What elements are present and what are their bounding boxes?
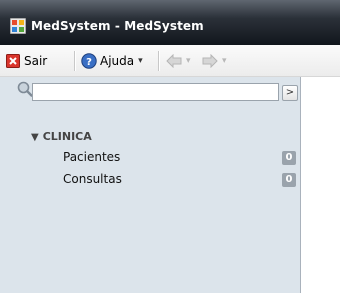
count-badge: 0 <box>282 173 296 187</box>
ajuda-label: Ajuda <box>100 54 135 68</box>
title-bar[interactable]: MedSystem - MedSystem <box>0 0 340 45</box>
forward-arrow-icon <box>202 54 218 68</box>
nav-item-pacientes[interactable]: Pacientes <box>63 150 120 164</box>
toolbar-separator <box>158 51 160 71</box>
content-area <box>301 77 340 293</box>
chevron-down-icon: ▾ <box>138 56 143 66</box>
svg-text:?: ? <box>86 57 92 68</box>
nav-item-consultas[interactable]: Consultas <box>63 172 122 186</box>
navigation-sidebar <box>0 77 301 293</box>
chevron-down-icon: ▾ <box>222 56 227 66</box>
search-input[interactable] <box>32 83 279 101</box>
expand-arrow-icon: ▼ <box>31 132 39 143</box>
window-title: MedSystem - MedSystem <box>31 19 204 33</box>
back-arrow-icon <box>166 54 182 68</box>
search-icon <box>17 81 33 97</box>
toolbar-separator <box>74 51 76 71</box>
sair-label: Sair <box>24 54 48 68</box>
search-go-button[interactable]: > <box>282 85 298 101</box>
sair-button[interactable]: Sair <box>6 52 47 70</box>
nav-group-clinica[interactable]: ▼ CLINICA <box>31 130 92 143</box>
exit-icon <box>6 54 20 68</box>
app-icon <box>10 18 26 34</box>
count-badge: 0 <box>282 151 296 165</box>
back-button[interactable]: ▾ <box>166 52 191 70</box>
app-window: MedSystem - MedSystem Sair ? Ajuda ▾ ▾ ▾… <box>0 0 340 293</box>
forward-button[interactable]: ▾ <box>202 52 227 70</box>
ajuda-button[interactable]: ? Ajuda ▾ <box>81 52 143 70</box>
chevron-down-icon: ▾ <box>186 56 191 66</box>
help-icon: ? <box>81 53 97 69</box>
toolbar: Sair ? Ajuda ▾ ▾ ▾ <box>0 45 340 77</box>
nav-group-label: CLINICA <box>42 130 92 143</box>
